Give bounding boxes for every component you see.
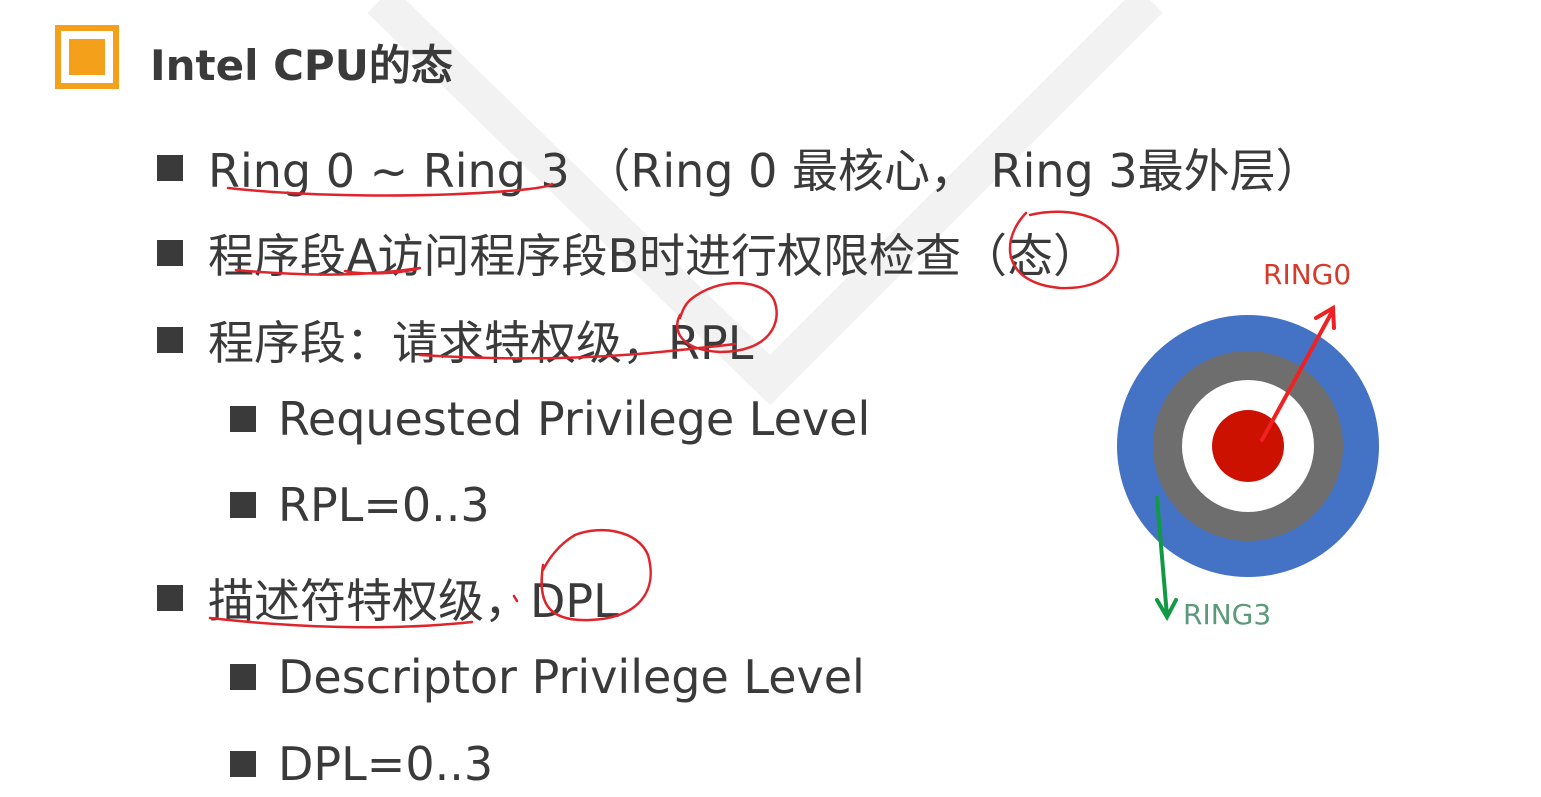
bullet-item-dpl: 描述符特权级，DPL — [157, 565, 619, 631]
ring0-label: RING0 — [1263, 258, 1351, 291]
bullet-item-rpl: 程序段：请求特权级，RPL — [157, 307, 753, 373]
bullet-square-icon — [230, 492, 256, 518]
ring3-label: RING3 — [1183, 598, 1271, 631]
bullet-text: 描述符特权级，DPL — [208, 574, 619, 628]
sub-bullet-rpl-range: RPL=0..3 — [230, 478, 490, 532]
bullet-square-icon — [157, 585, 183, 611]
privilege-ring-diagram: RING0 RING3 — [1117, 258, 1379, 631]
bullet-text: 程序段A访问程序段B时进行权限检查（态） — [208, 229, 1100, 283]
sub-bullet-dpl-name: Descriptor Privilege Level — [230, 650, 865, 704]
bullet-square-icon — [157, 155, 183, 181]
bullet-item-ring-range: Ring 0 ~ Ring 3 （Ring 0 最核心， Ring 3最外层） — [157, 135, 1322, 201]
bullet-text: DPL=0..3 — [278, 737, 494, 791]
title-square-icon — [55, 25, 119, 89]
bullet-square-icon — [157, 327, 183, 353]
bullet-square-icon — [230, 751, 256, 777]
bullet-text: Descriptor Privilege Level — [278, 650, 865, 704]
bullet-text: 程序段：请求特权级，RPL — [208, 316, 754, 370]
bullet-square-icon — [230, 664, 256, 690]
sub-bullet-rpl-name: Requested Privilege Level — [230, 392, 870, 446]
bullet-item-access-check: 程序段A访问程序段B时进行权限检查（态） — [157, 220, 1099, 286]
bullet-text: Requested Privilege Level — [278, 392, 871, 446]
bullet-square-icon — [230, 406, 256, 432]
bullet-text: RPL=0..3 — [278, 478, 490, 532]
sub-bullet-dpl-range: DPL=0..3 — [230, 737, 493, 791]
bullet-square-icon — [157, 240, 183, 266]
slide-title: Intel CPU的态 — [150, 41, 453, 90]
bullet-text: Ring 0 ~ Ring 3 （Ring 0 最核心， Ring 3最外层） — [208, 144, 1322, 198]
